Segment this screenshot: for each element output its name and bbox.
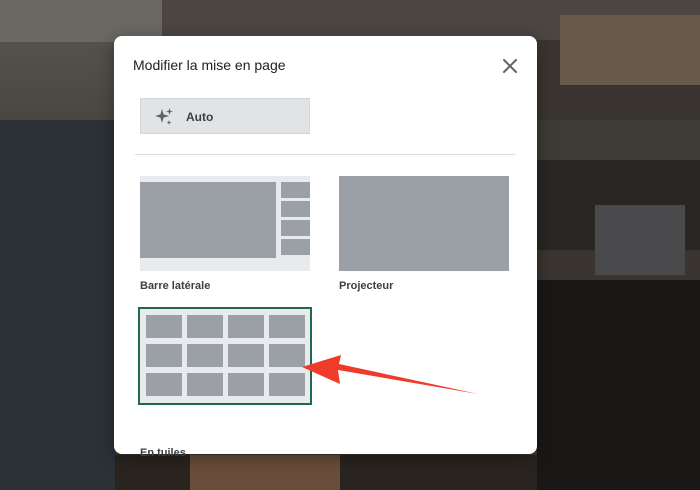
option-label: Barre latérale: [140, 280, 211, 292]
dialog-title: Modifier la mise en page: [133, 57, 286, 73]
grid-tile: [187, 373, 223, 396]
sparkle-icon: [155, 108, 173, 125]
grid-tile: [269, 315, 305, 338]
background-floor: [537, 280, 700, 490]
background-chair: [0, 120, 115, 490]
projector-thumbnail: [339, 176, 509, 271]
auto-layout-button[interactable]: Auto: [140, 98, 310, 134]
main-tile: [140, 182, 276, 258]
grid-tile: [269, 373, 305, 396]
grid-tile: [269, 344, 305, 367]
background-box: [595, 205, 685, 275]
tiles-thumbnail: [138, 307, 312, 405]
background-person: [190, 455, 340, 490]
option-label: Projecteur: [339, 280, 394, 292]
side-tile: [281, 182, 310, 198]
grid-tile: [146, 344, 182, 367]
grid-tile: [146, 315, 182, 338]
background-shelf: [537, 120, 700, 160]
side-tile: [281, 239, 310, 255]
close-icon: [503, 59, 517, 73]
auto-label: Auto: [186, 110, 214, 124]
grid-tile: [228, 344, 264, 367]
divider: [135, 154, 515, 155]
layout-option-sidebar[interactable]: Barre latérale: [140, 176, 312, 300]
grid-tile: [146, 373, 182, 396]
layout-option-projector[interactable]: Projecteur: [339, 176, 511, 300]
close-button[interactable]: [499, 55, 521, 77]
grid-tile: [187, 315, 223, 338]
change-layout-dialog: Modifier la mise en page Auto Barre laté…: [114, 36, 537, 459]
grid-tile: [228, 373, 264, 396]
side-tile: [281, 201, 310, 217]
grid-tile: [228, 315, 264, 338]
sidebar-thumbnail: [140, 176, 310, 271]
background-shelf-items: [560, 15, 700, 85]
side-tile: [281, 220, 310, 236]
option-label: En tuiles: [140, 447, 186, 459]
layout-option-tiles[interactable]: En tuiles: [138, 307, 314, 459]
grid-tile: [187, 344, 223, 367]
